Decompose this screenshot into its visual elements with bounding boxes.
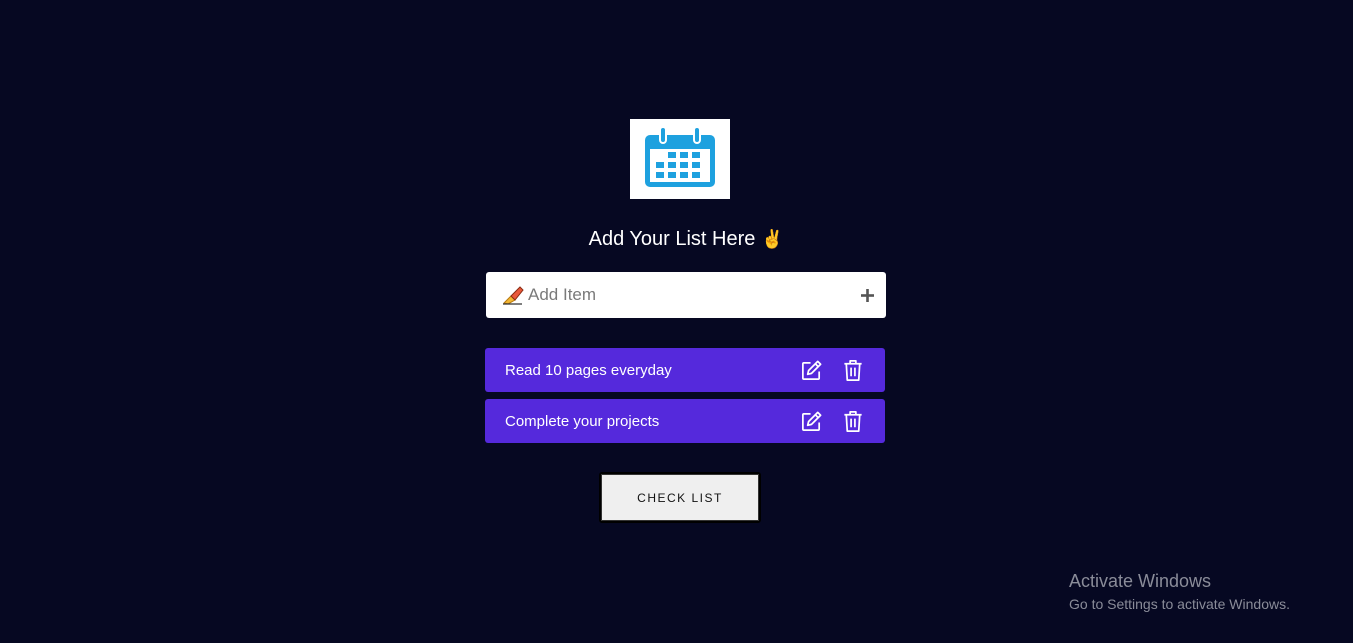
logo (630, 119, 730, 199)
todo-list: Read 10 pages everyday Complete your pro… (485, 348, 885, 450)
add-item-input[interactable] (528, 280, 860, 310)
list-item-label: Complete your projects (505, 412, 660, 430)
list-item: Complete your projects (485, 399, 885, 443)
page-title-text: Add Your List Here (588, 228, 756, 250)
plus-icon[interactable] (860, 288, 874, 302)
edit-icon[interactable] (799, 358, 823, 382)
list-item: Read 10 pages everyday (485, 348, 885, 392)
windows-activation-watermark: Activate Windows Go to Settings to activ… (1069, 570, 1290, 614)
edit-icon[interactable] (799, 409, 823, 433)
writing-hand-icon (502, 285, 528, 305)
calendar-icon (643, 125, 717, 194)
victory-hand-icon: ✌ (760, 229, 784, 250)
page-title: Add Your List Here ✌ (486, 226, 886, 253)
watermark-subtitle: Go to Settings to activate Windows. (1069, 596, 1290, 612)
app-root: Add Your List Here ✌ Read 10 pages every… (0, 0, 1353, 643)
add-item-bar (486, 272, 886, 318)
list-item-label: Read 10 pages everyday (505, 361, 672, 379)
trash-icon[interactable] (841, 409, 865, 433)
check-list-button[interactable]: CHECK LIST (599, 472, 761, 523)
watermark-title: Activate Windows (1069, 571, 1212, 591)
trash-icon[interactable] (841, 358, 865, 382)
